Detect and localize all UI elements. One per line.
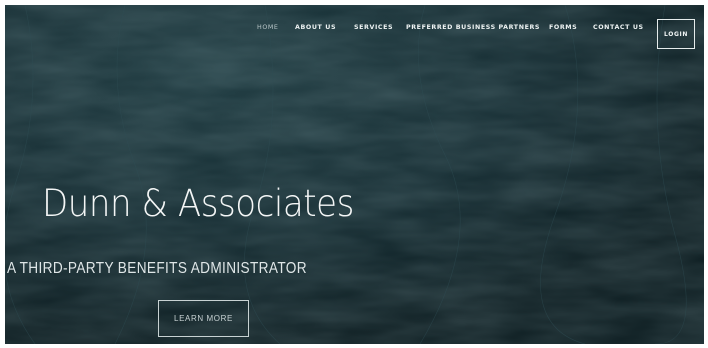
hero-section: HOME ABOUT US SERVICES PREFERRED BUSINES… (5, 5, 704, 344)
hero-subtitle: A THIRD-PARTY BENEFITS ADMINISTRATOR (7, 260, 307, 277)
water-texture-background (5, 5, 704, 344)
login-button[interactable]: LOGIN (657, 19, 695, 49)
nav-home[interactable]: HOME (257, 24, 279, 31)
nav-forms[interactable]: FORMS (549, 24, 577, 31)
nav-preferred-business-partners[interactable]: PREFERRED BUSINESS PARTNERS (406, 24, 540, 31)
nav-services[interactable]: SERVICES (354, 24, 393, 31)
nav-contact-us[interactable]: CONTACT US (593, 24, 644, 31)
hero-title: Dunn & Associates (42, 182, 354, 225)
nav-about-us[interactable]: ABOUT US (295, 24, 336, 31)
learn-more-button[interactable]: LEARN MORE (158, 300, 249, 337)
